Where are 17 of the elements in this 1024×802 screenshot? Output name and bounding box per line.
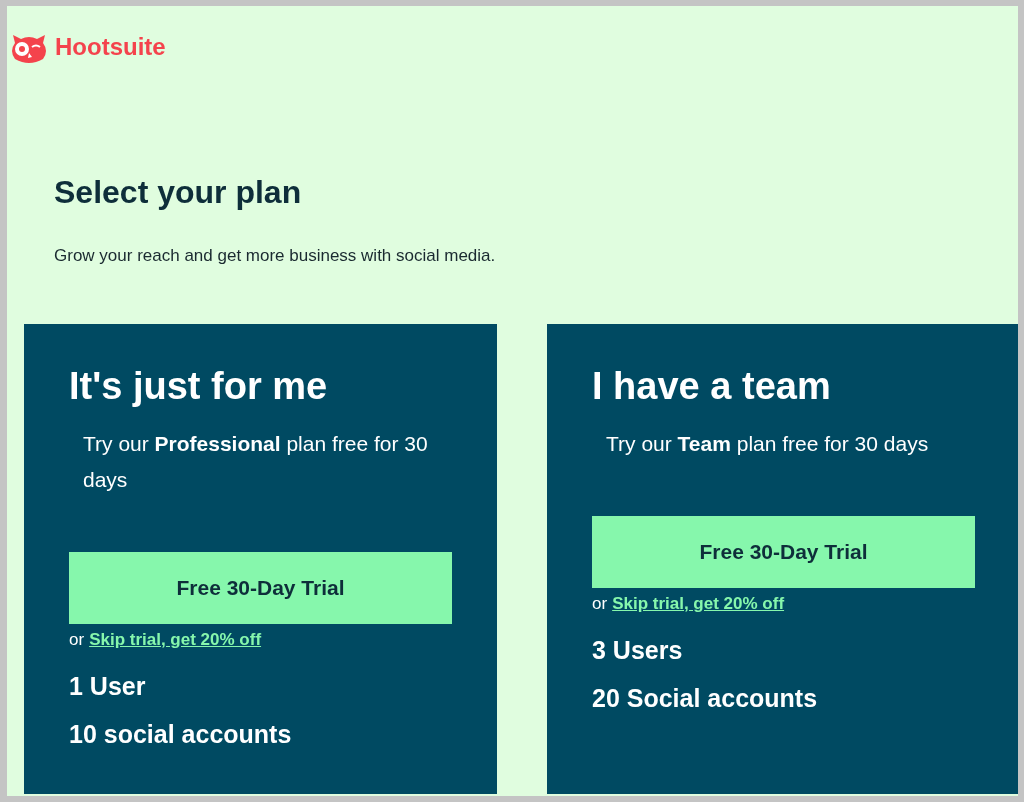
plan-title: It's just for me xyxy=(69,364,329,409)
skip-trial-link[interactable]: Skip trial, get 20% off xyxy=(89,630,262,650)
or-text: or xyxy=(69,630,85,650)
skip-trial-link[interactable]: Skip trial, get 20% off xyxy=(612,594,785,614)
plan-title: I have a team xyxy=(592,364,832,409)
plan-feature: 1 User xyxy=(69,672,147,700)
plan-description: Try our Professional plan free for 30 days xyxy=(83,431,429,493)
trial-button[interactable]: Free 30-Day Trial xyxy=(69,552,452,624)
or-text: or xyxy=(592,594,608,614)
trial-button[interactable]: Free 30-Day Trial xyxy=(592,516,975,588)
plan-feature: 10 social accounts xyxy=(69,720,293,748)
plan-feature: 20 Social accounts xyxy=(592,684,819,712)
plan-description: Try our Team plan free for 30 days xyxy=(606,431,930,457)
page-heading: Select your plan xyxy=(54,173,303,212)
plan-feature: 3 Users xyxy=(592,636,684,664)
page-subtitle: Grow your reach and get more business with social media. xyxy=(54,246,497,266)
brand-name: Hootsuite xyxy=(55,33,166,61)
